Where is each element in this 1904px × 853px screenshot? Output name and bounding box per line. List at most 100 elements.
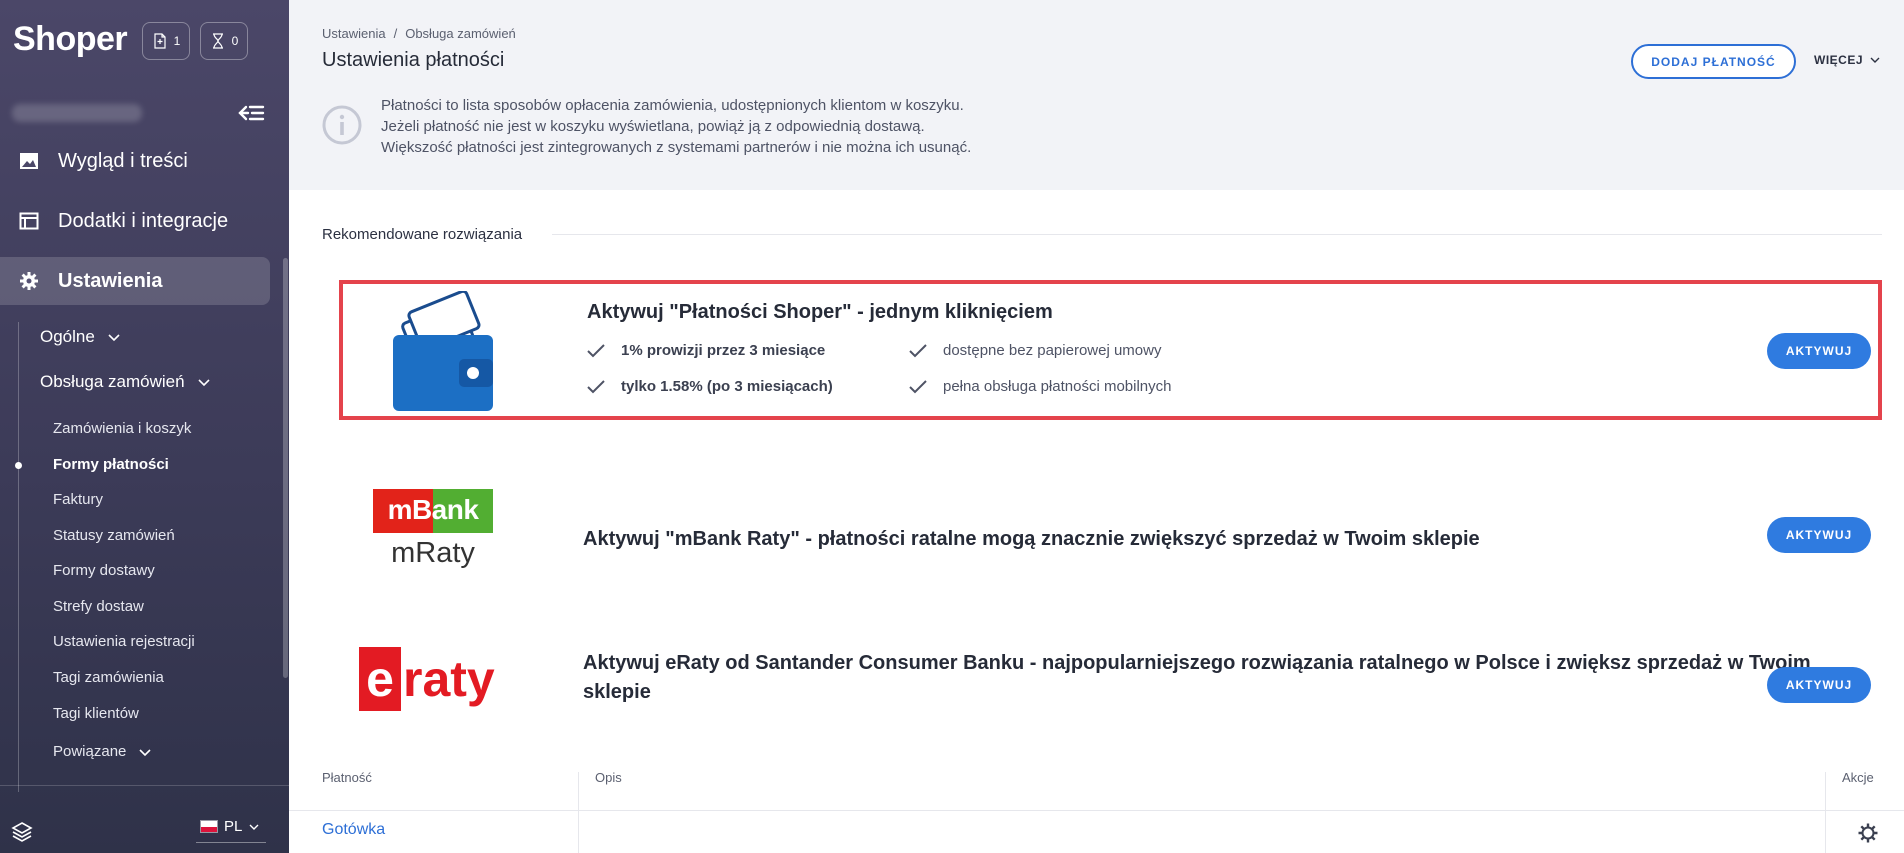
eraty-logo-text: raty	[403, 651, 495, 707]
promo-title-line: sklepie	[583, 681, 651, 703]
nav-order-tags[interactable]: Tagi zamówienia	[53, 669, 164, 686]
nav-general[interactable]: Ogólne	[40, 327, 121, 347]
promo-feature: pełna obsługa płatności mobilnych	[909, 378, 1171, 395]
main-content: Rekomendowane rozwiązania Aktywuj "Płatn…	[289, 190, 1904, 853]
mbank-logo-text: mBank	[387, 494, 479, 525]
sidebar-scrollbar[interactable]	[283, 258, 288, 678]
gear-icon	[18, 270, 40, 292]
promo-shoper-payments: Aktywuj "Płatności Shoper" - jednym klik…	[339, 280, 1882, 420]
promo-title-line: Aktywuj eRaty od Santander Consumer Bank…	[583, 652, 1811, 674]
promo-eraty: e raty Aktywuj eRaty od Santander Consum…	[339, 630, 1882, 740]
activate-mbank-raty-button[interactable]: AKTYWUJ	[1767, 517, 1871, 553]
timer-count: 0	[231, 34, 239, 48]
image-icon	[18, 150, 40, 172]
feature-text: dostępne bez papierowej umowy	[943, 342, 1162, 359]
tree-line	[18, 322, 19, 792]
breadcrumb-settings[interactable]: Ustawienia	[322, 26, 386, 41]
hourglass-icon	[212, 33, 223, 49]
nav-related[interactable]: Powiązane	[53, 743, 152, 760]
chevron-down-icon	[108, 334, 120, 342]
table-row-divider	[289, 810, 1904, 811]
info-line: Płatności to lista sposobów opłacenia za…	[381, 97, 964, 114]
nav-invoices[interactable]: Faktury	[53, 491, 103, 508]
promo-feature: dostępne bez papierowej umowy	[909, 342, 1161, 359]
nav-appearance[interactable]: Wygląd i treści	[0, 137, 270, 185]
breadcrumb: Ustawienia / Obsługa zamówień	[322, 26, 516, 41]
eraty-logo: e raty	[359, 647, 509, 711]
payment-link-cash[interactable]: Gotówka	[322, 821, 385, 839]
add-payment-button[interactable]: DODAJ PŁATNOŚĆ	[1631, 44, 1796, 79]
gear-icon[interactable]	[1857, 822, 1879, 844]
nav-addons[interactable]: Dodatki i integracje	[0, 197, 270, 245]
nav-label: Obsługa zamówień	[40, 372, 185, 391]
language-selector[interactable]: PL	[200, 818, 260, 835]
sidebar-footer-divider	[0, 785, 289, 786]
info-text: Płatności to lista sposobów opłacenia za…	[381, 95, 971, 158]
nav-label: Ogólne	[40, 327, 95, 346]
checkmark-icon	[909, 379, 927, 393]
breadcrumb-order-handling[interactable]: Obsługa zamówień	[405, 26, 516, 41]
active-bullet	[15, 462, 22, 469]
promo-feature: 1% prowizji przez 3 miesiące	[587, 342, 825, 359]
nav-order-statuses[interactable]: Statusy zamówień	[53, 527, 175, 544]
wallet-icon	[393, 291, 493, 411]
nav-delivery-zones[interactable]: Strefy dostaw	[53, 598, 144, 615]
tasks-count: 1	[173, 34, 181, 48]
eraty-logo-e: e	[359, 647, 401, 711]
activate-shoper-payments-button[interactable]: AKTYWUJ	[1767, 333, 1871, 369]
collapse-sidebar-icon[interactable]	[236, 101, 266, 125]
nav-label: Wygląd i treści	[58, 149, 188, 172]
column-header-payment[interactable]: Płatność	[322, 770, 372, 785]
checkmark-icon	[587, 379, 605, 393]
nav-delivery-forms[interactable]: Formy dostawy	[53, 562, 155, 579]
chevron-down-icon	[198, 379, 210, 387]
sidebar: Shoper 1 0 Wygląd i treści Dodatki i int…	[0, 0, 289, 853]
nav-order-handling[interactable]: Obsługa zamówień	[40, 372, 211, 392]
chevron-down-icon	[249, 824, 259, 830]
checkmark-icon	[587, 343, 605, 357]
feature-text: tylko 1.58% (po 3 miesiącach)	[621, 378, 833, 395]
column-header-actions: Akcje	[1842, 770, 1874, 785]
layers-icon[interactable]	[10, 820, 34, 844]
feature-text: pełna obsługa płatności mobilnych	[943, 378, 1172, 395]
section-divider	[552, 234, 1882, 235]
more-menu-button[interactable]: WIĘCEJ	[1814, 53, 1881, 67]
column-divider	[1825, 772, 1826, 853]
promo-title: Aktywuj eRaty od Santander Consumer Bank…	[583, 649, 1811, 707]
nav-settings[interactable]: Ustawienia	[0, 257, 270, 305]
nav-payment-forms[interactable]: Formy płatności	[53, 456, 169, 473]
activate-eraty-button[interactable]: AKTYWUJ	[1767, 667, 1871, 703]
chevron-down-icon	[139, 748, 151, 756]
column-header-description[interactable]: Opis	[595, 770, 622, 785]
tasks-badge[interactable]: 1	[142, 22, 190, 60]
promo-mbank-raty: mBank mRaty Aktywuj "mBank Raty" - płatn…	[339, 470, 1882, 600]
chevron-down-icon	[1870, 57, 1880, 63]
promo-feature: tylko 1.58% (po 3 miesiącach)	[587, 378, 833, 395]
info-icon	[322, 105, 362, 145]
page-title: Ustawienia płatności	[322, 49, 505, 71]
language-label: PL	[224, 818, 243, 835]
language-underline	[196, 842, 266, 843]
store-name-blurred	[12, 104, 142, 122]
more-label: WIĘCEJ	[1814, 53, 1864, 67]
recommended-title: Rekomendowane rozwiązania	[322, 226, 523, 243]
nav-orders-cart[interactable]: Zamówienia i koszyk	[53, 420, 191, 437]
poland-flag-icon	[200, 820, 218, 833]
timer-badge[interactable]: 0	[200, 22, 248, 60]
checkmark-icon	[909, 343, 927, 357]
feature-text: 1% prowizji przez 3 miesiące	[621, 342, 826, 359]
nav-label: Powiązane	[53, 743, 127, 760]
nav-label: Dodatki i integracje	[58, 209, 229, 232]
nav-label: Ustawienia	[58, 269, 163, 292]
column-divider	[578, 772, 579, 853]
nav-customer-tags[interactable]: Tagi klientów	[53, 705, 139, 722]
info-line: Większość płatności jest zintegrowanych …	[381, 139, 972, 156]
document-icon	[154, 33, 166, 49]
breadcrumb-separator: /	[393, 26, 398, 41]
promo-title: Aktywuj "Płatności Shoper" - jednym klik…	[587, 301, 1053, 323]
info-line: Jeżeli płatność nie jest w koszyku wyświ…	[381, 118, 925, 135]
nav-registration-settings[interactable]: Ustawienia rejestracji	[53, 633, 195, 650]
promo-title: Aktywuj "mBank Raty" - płatności ratalne…	[583, 528, 1480, 550]
shoper-logo[interactable]: Shoper	[13, 20, 128, 59]
window-icon	[18, 210, 40, 232]
